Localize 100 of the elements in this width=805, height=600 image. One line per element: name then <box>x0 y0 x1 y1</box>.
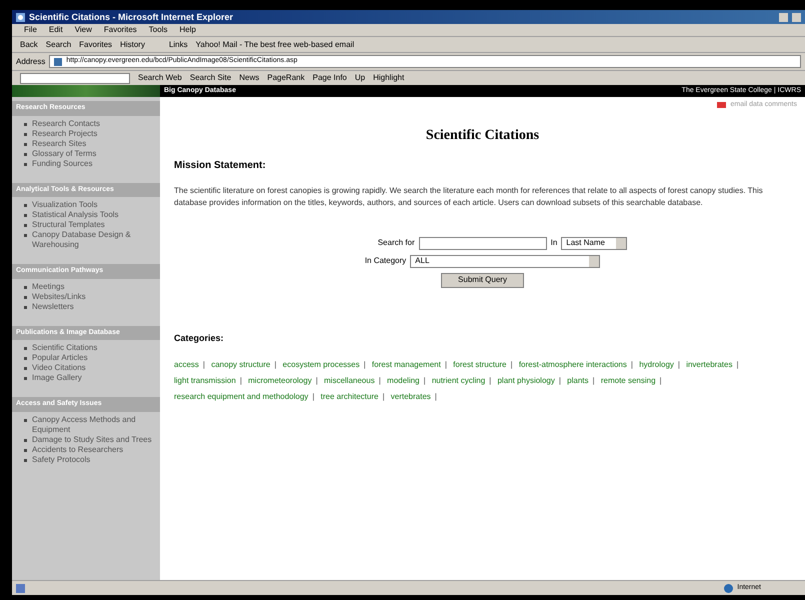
browser-icon <box>16 12 25 22</box>
sidebar-link[interactable]: Research Sites <box>32 138 86 148</box>
sidebar-link[interactable]: Image Gallery <box>32 373 82 383</box>
sidebar-link[interactable]: Safety Protocols <box>32 454 90 464</box>
separator: | <box>510 360 513 369</box>
toolbar-button[interactable]: Highlight <box>373 72 404 84</box>
bullet-icon <box>24 132 27 136</box>
minimize-button[interactable] <box>779 12 788 22</box>
category-link[interactable]: tree architecture <box>320 392 378 401</box>
category-link[interactable]: micrometeorology <box>248 376 312 385</box>
bullet-icon <box>24 367 27 370</box>
category-link[interactable]: modeling <box>387 376 420 385</box>
sidebar-link[interactable]: Canopy Access Methods and Equipment <box>32 414 156 434</box>
bullet-icon <box>24 296 27 298</box>
toolbar-button[interactable]: Up <box>354 72 366 84</box>
category-link[interactable]: canopy structure <box>211 360 270 369</box>
category-link[interactable]: forest management <box>372 360 441 369</box>
sidebar-link[interactable]: Glossary of Terms <box>32 148 96 158</box>
category-link[interactable]: research equipment and methodology <box>174 392 308 401</box>
toolbar-button[interactable]: History <box>120 38 145 50</box>
sidebar-link[interactable]: Accidents to Researchers <box>32 444 124 454</box>
sidebar-link[interactable]: Popular Articles <box>32 353 88 363</box>
category-link[interactable]: forest structure <box>453 360 507 369</box>
separator: | <box>558 376 561 385</box>
toolbar-button[interactable]: Search Site <box>190 72 232 84</box>
sidebar-link[interactable]: Scientific Citations <box>32 343 98 353</box>
menu-item[interactable]: Help <box>179 24 196 36</box>
globe-icon <box>724 584 734 592</box>
bullet-icon <box>24 306 27 308</box>
menu-item[interactable]: View <box>74 24 92 36</box>
separator: | <box>316 376 318 385</box>
mission-paragraph: The scientific literature on forest canopies is growing rapidly. We search the literature each month for references that relate to all aspects of forest canopy studies. This database provides information on the titles, keywords, authors, and sources of each article. Users can download subsets of this searchable database. <box>174 184 764 208</box>
google-search-field[interactable] <box>20 72 130 84</box>
bullet-icon <box>24 286 27 288</box>
search-field[interactable] <box>418 236 547 250</box>
category-link[interactable]: ecosystem processes <box>282 360 360 369</box>
toolbar-button[interactable]: News <box>239 72 260 84</box>
menu-item[interactable]: File <box>24 24 37 36</box>
separator: | <box>382 392 385 401</box>
bullet-icon <box>24 377 27 380</box>
bullet-icon <box>24 448 27 452</box>
toolbar-button[interactable]: Favorites <box>79 38 112 50</box>
bullet-icon <box>24 418 27 422</box>
toolbar-button[interactable]: Page Info <box>312 72 347 84</box>
page-title: Scientific Citations <box>424 126 540 144</box>
category-link[interactable]: miscellaneous <box>324 376 375 385</box>
sidebar-link[interactable]: Research Projects <box>32 128 98 138</box>
category-link[interactable]: access <box>174 360 199 369</box>
links-label: Links <box>168 38 188 50</box>
separator: | <box>592 376 595 385</box>
section-heading: Categories: <box>174 332 225 345</box>
menu-item[interactable]: Edit <box>48 24 63 36</box>
maximize-button[interactable] <box>792 12 801 22</box>
separator: | <box>202 360 205 369</box>
toolbar-button[interactable]: PageRank <box>267 72 305 84</box>
back-button[interactable]: Back <box>20 38 38 50</box>
toolbar-button[interactable]: Search Web <box>138 72 182 84</box>
window-title: Scientific Citations - Microsoft Internet Explorer <box>29 12 234 22</box>
sidebar-link[interactable]: Meetings <box>32 282 64 292</box>
sidebar-link[interactable]: Damage to Study Sites and Trees <box>32 434 152 444</box>
toolbar-button[interactable]: Search <box>46 38 72 50</box>
category-link[interactable]: vertebrates <box>390 392 431 401</box>
bullet-icon <box>24 357 27 360</box>
category-link[interactable]: plant physiology <box>497 376 555 385</box>
submit-button[interactable]: Submit Query <box>441 272 524 288</box>
category-link[interactable]: light transmission <box>174 376 236 385</box>
category-dropdown[interactable]: ALL <box>410 254 600 268</box>
separator: | <box>274 360 276 369</box>
sidebar-link[interactable]: Research Contacts <box>32 118 100 128</box>
sidebar-link[interactable]: Visualization Tools <box>32 200 98 210</box>
bullet-icon <box>24 234 27 237</box>
menu-item[interactable]: Favorites <box>104 24 137 36</box>
separator: | <box>378 376 381 385</box>
email-icon <box>717 102 726 108</box>
bullet-icon <box>24 347 27 350</box>
bullet-icon <box>24 438 27 442</box>
bullet-icon <box>24 458 27 462</box>
sidebar-link[interactable]: Statistical Analysis Tools <box>32 210 119 220</box>
sidebar-link[interactable]: Funding Sources <box>32 158 92 168</box>
sidebar-link[interactable]: Video Citations <box>32 363 86 373</box>
sidebar-link[interactable]: Websites/Links <box>32 292 86 302</box>
sidebar-link[interactable]: Newsletters <box>32 302 74 312</box>
sidebar-link[interactable]: Canopy Database Design & Warehousing <box>32 230 156 250</box>
category-label: In Category <box>364 255 406 267</box>
category-link[interactable]: nutrient cycling <box>432 376 486 385</box>
sidebar-link[interactable]: Structural Templates <box>32 220 105 230</box>
separator: | <box>424 376 426 385</box>
category-link[interactable]: hydrology <box>639 360 674 369</box>
separator: | <box>364 360 366 369</box>
separator: | <box>630 360 633 369</box>
category-link[interactable]: invertebrates <box>686 360 732 369</box>
category-link[interactable]: forest-atmosphere interactions <box>518 360 627 369</box>
separator: | <box>660 376 662 385</box>
toolbar-link[interactable]: Yahoo! Mail - The best free web-based email <box>196 38 354 50</box>
category-link[interactable]: remote sensing <box>600 376 656 385</box>
menu-item[interactable]: Tools <box>148 24 168 36</box>
category-link[interactable]: plants <box>567 376 589 385</box>
address-label: Address <box>16 56 46 68</box>
in-label: In <box>550 237 558 249</box>
field-dropdown[interactable]: Last Name <box>561 236 628 250</box>
